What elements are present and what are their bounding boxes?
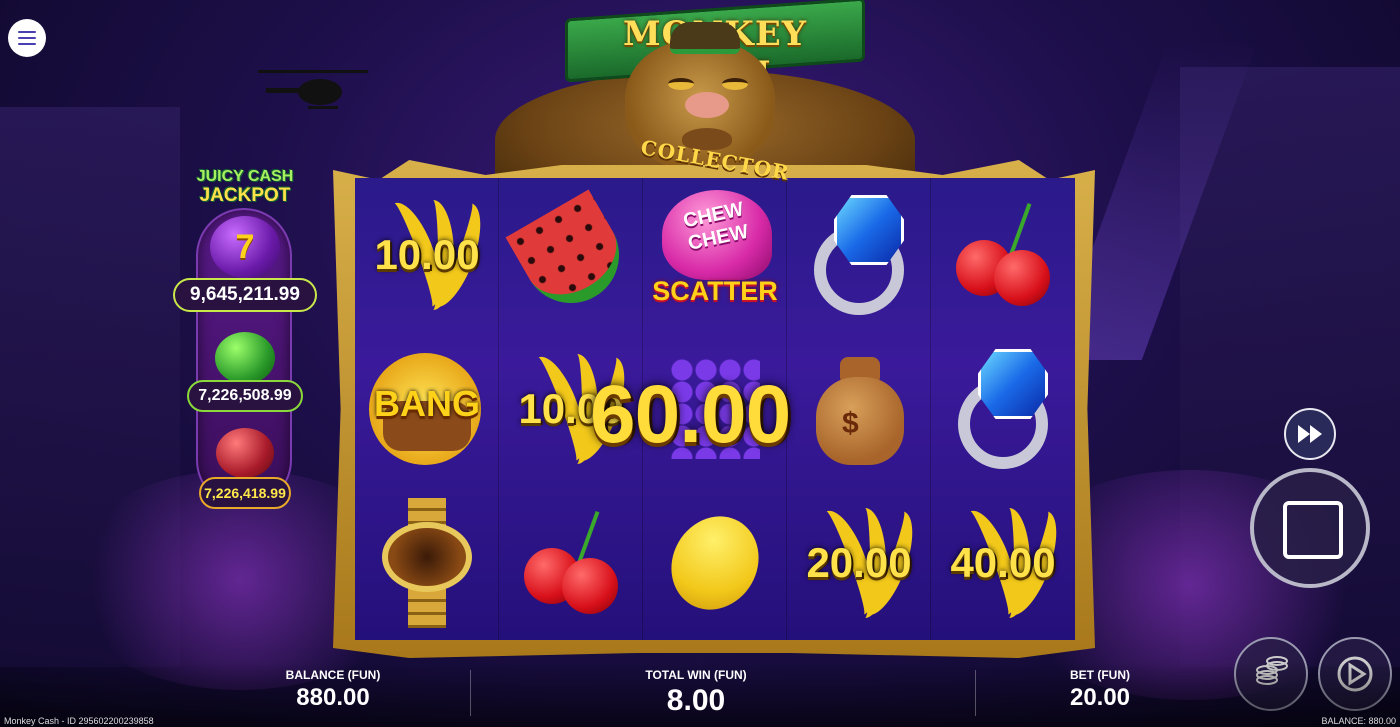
total-win-display: TOTAL WIN (FUN) 8.00: [616, 668, 776, 718]
symbol-money-bag: $: [787, 332, 931, 486]
cash-value: 20.00: [806, 539, 912, 586]
jackpot-panel: JUICY CASH JACKPOT 7 9,645,211.99 7,226,…: [170, 160, 320, 515]
helicopter-icon: [258, 70, 368, 109]
stop-icon: [1283, 501, 1343, 559]
turbo-button[interactable]: [1284, 408, 1336, 460]
footer-balance: BALANCE: 880.00: [1321, 716, 1396, 726]
symbol-scatter: CHEW CHEW SCATTER: [643, 178, 787, 332]
monkey-hat: [670, 22, 740, 54]
symbol-banana-cash: 40.00: [931, 486, 1075, 640]
symbol-cherry: [499, 486, 643, 640]
bet-value: 20.00: [1069, 684, 1131, 711]
symbol-bang: BANG: [355, 332, 499, 486]
symbol-banana-cash: 10.00: [355, 178, 499, 332]
cash-value: 10.00: [374, 231, 480, 278]
symbol-diamond-ring: [931, 332, 1075, 486]
cherry-icon: [216, 428, 274, 478]
total-win-label: TOTAL WIN (FUN): [645, 668, 747, 682]
monkey-nose: [685, 92, 729, 118]
jackpot-title: JUICY CASH: [196, 168, 294, 185]
symbol-banana-cash: 20.00: [787, 486, 931, 640]
symbol-cherry: [931, 178, 1075, 332]
balance-display: BALANCE (FUN) 880.00: [258, 668, 408, 712]
jackpot-value-seven: 9,645,211.99: [173, 278, 317, 312]
big-win-amount: 60.00: [590, 369, 791, 460]
balance-value: 880.00: [296, 684, 370, 711]
monkey-eye: [722, 78, 748, 90]
reel-5: 40.00: [931, 178, 1075, 640]
bet-display: BET (FUN) 20.00: [1040, 668, 1160, 712]
scatter-label: SCATTER: [652, 276, 778, 306]
balance-label: BALANCE (FUN): [285, 668, 381, 682]
divider: [975, 670, 976, 716]
menu-button[interactable]: [8, 19, 46, 57]
cash-value: 40.00: [950, 539, 1056, 586]
fast-forward-icon: [1298, 425, 1322, 443]
seven-icon: 7: [210, 216, 280, 278]
bet-label: BET (FUN): [1070, 668, 1130, 682]
reel-4: $ 20.00: [787, 178, 931, 640]
reel-1: 10.00 BANG: [355, 178, 499, 640]
jackpot-value-watermelon: 7,226,508.99: [187, 380, 303, 412]
dollar-icon: $: [842, 407, 859, 440]
monkey-eye: [668, 78, 694, 90]
game-id-footer: Monkey Cash - ID 295602200239858: [4, 716, 154, 726]
jackpot-subtitle: JACKPOT: [199, 185, 291, 206]
spin-button[interactable]: [1250, 468, 1370, 588]
menu-icon: [18, 31, 36, 33]
symbol-watermelon: [499, 178, 643, 332]
total-win-value: 8.00: [666, 684, 726, 717]
symbol-lemon: [643, 486, 787, 640]
watermelon-icon: [215, 332, 275, 384]
symbol-watch: [355, 486, 499, 640]
bang-label: BANG: [374, 383, 480, 424]
divider: [470, 670, 471, 716]
symbol-diamond-ring: [787, 178, 931, 332]
jackpot-value-cherry: 7,226,418.99: [199, 477, 291, 509]
